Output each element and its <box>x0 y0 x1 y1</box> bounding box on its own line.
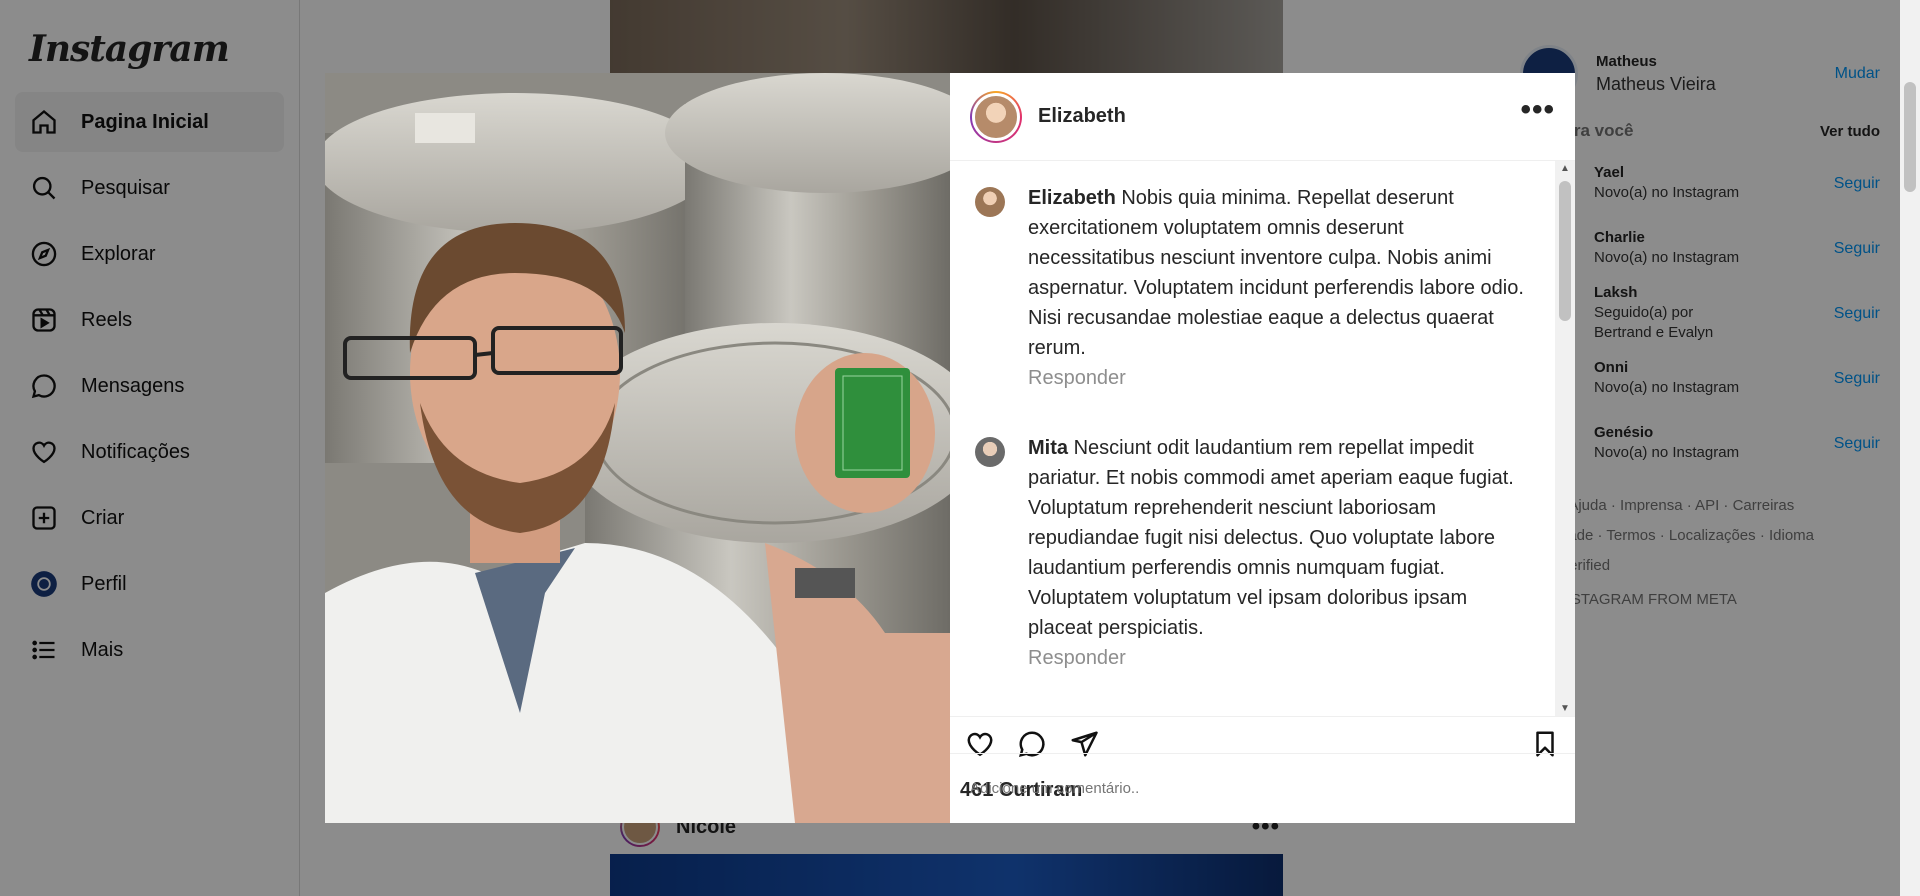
reply-button[interactable]: Responder <box>1028 363 1535 393</box>
post-photo[interactable] <box>325 73 950 823</box>
comment-author[interactable]: Mita <box>1028 437 1068 459</box>
comment-avatar[interactable] <box>975 187 1005 217</box>
comment-author[interactable]: Elizabeth <box>1028 187 1116 209</box>
scroll-up-icon[interactable]: ▲ <box>1560 163 1570 174</box>
comment-input[interactable] <box>970 780 1530 797</box>
comment-text: Nobis quia minima. Repellat deserunt exe… <box>1028 187 1524 359</box>
post-header: Elizabeth ••• <box>950 73 1575 161</box>
post-author-name[interactable]: Elizabeth <box>1038 105 1126 128</box>
comment-box <box>950 753 1575 823</box>
scroll-down-icon[interactable]: ▼ <box>1560 703 1570 714</box>
comment-avatar[interactable] <box>975 437 1005 467</box>
post-panel: Elizabeth ••• Elizabeth Nobis quia minim… <box>950 73 1575 823</box>
post-photo-image <box>325 73 950 823</box>
comments-scrollbar[interactable]: ▲ ▼ <box>1555 161 1575 716</box>
more-options-icon[interactable]: ••• <box>1520 94 1555 129</box>
post-author-avatar[interactable] <box>970 90 1022 143</box>
comment-item: Elizabeth Nobis quia minima. Repellat de… <box>950 161 1575 393</box>
comment-item: Mita Nesciunt odit laudantium rem repell… <box>950 393 1575 673</box>
post-modal: Elizabeth ••• Elizabeth Nobis quia minim… <box>325 73 1575 823</box>
scrollbar-thumb[interactable] <box>1904 82 1916 192</box>
page-scrollbar[interactable] <box>1900 0 1920 896</box>
reply-button[interactable]: Responder <box>1028 643 1535 673</box>
scrollbar-thumb[interactable] <box>1559 181 1571 321</box>
comment-text: Nesciunt odit laudantium rem repellat im… <box>1028 437 1514 639</box>
comments-list[interactable]: Elizabeth Nobis quia minima. Repellat de… <box>950 161 1575 716</box>
